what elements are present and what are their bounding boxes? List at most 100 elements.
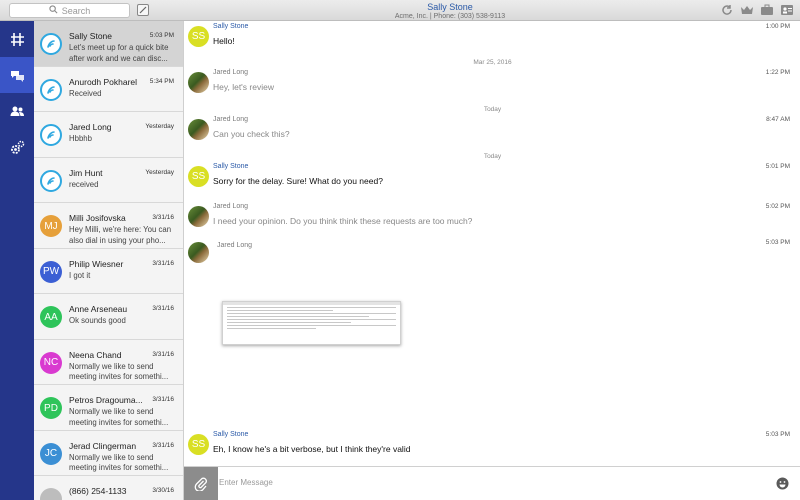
top-bar: Search Sally Stone Acme, Inc. | Phone: (… <box>0 0 800 21</box>
contact-name[interactable]: Sally Stone <box>300 2 600 12</box>
sender-avatar[interactable] <box>188 242 209 263</box>
conversation-preview: I got it <box>69 270 91 280</box>
message-input[interactable] <box>218 471 758 493</box>
message-time: 5:03 PM <box>765 239 790 246</box>
sender-avatar[interactable] <box>188 72 209 93</box>
conversation-name: Sally Stone <box>69 31 112 41</box>
search-icon <box>49 5 58 16</box>
conversation-name: Petros Dragouma... <box>69 395 143 405</box>
sender-name: Jared Long <box>213 116 249 123</box>
contacts-icon <box>10 106 24 116</box>
message-text: Eh, I know he's a bit verbose, but I thi… <box>213 444 411 454</box>
message-time: 5:02 PM <box>765 203 790 210</box>
conversation-time: 5:03 PM <box>149 32 174 39</box>
nav-rail <box>0 21 34 500</box>
conversation-name: Philip Wiesner <box>69 258 124 269</box>
conversation-preview: Received <box>69 88 102 98</box>
compose-button[interactable] <box>137 4 149 16</box>
sender-name: Jared Long <box>213 69 249 76</box>
smiley-icon <box>776 477 789 490</box>
conversation-name: Milli Josifovska <box>69 213 126 223</box>
sender-name: Sally Stone <box>213 163 249 170</box>
conversation-list: Sally Stone 5:03 PM Let's meet up for a qu… <box>34 21 184 500</box>
conversation-preview: Normally we like to send meeting invites… <box>69 361 169 382</box>
conversation-time: 3/31/16 <box>152 214 174 221</box>
sender-avatar[interactable]: SS <box>188 166 209 187</box>
conversation-time: Yesterday <box>145 168 174 176</box>
conversation-time: 3/30/16 <box>152 487 174 494</box>
sender-name: Sally Stone <box>213 431 249 438</box>
contact-card-icon[interactable] <box>780 3 794 17</box>
search-input[interactable]: Search <box>9 3 130 18</box>
date-separator: Today <box>483 106 502 113</box>
message-text: Can you check this? <box>213 129 290 139</box>
message-text: Hey, let's review <box>213 82 274 92</box>
nav-item-settings[interactable] <box>0 129 34 165</box>
message-time: 1:00 PM <box>765 23 790 30</box>
conversation-item[interactable]: NC Neena Chand 3/31/16 Normally we like to … <box>34 340 183 385</box>
avatar: AA <box>40 306 62 328</box>
conversation-time: 3/31/16 <box>152 350 174 358</box>
conversation-name: Anne Arseneau <box>69 304 128 314</box>
attach-button[interactable] <box>184 467 218 500</box>
conversation-item[interactable]: MJ Milli Josifovska 3/31/16 Hey Milli, we'r… <box>34 203 183 249</box>
message-text: Sorry for the delay. Sure! What do you n… <box>213 176 383 186</box>
sender-avatar[interactable]: SS <box>188 26 209 47</box>
message-text: I need your opinion. Do you think think … <box>213 216 473 226</box>
conversation-item[interactable]: AA Anne Arseneau 3/31/16 Ok sounds good <box>34 294 183 340</box>
avatar <box>40 33 62 55</box>
avatar: PD <box>40 397 62 419</box>
conversation-item[interactable]: Jared Long Yesterday Hbbhb <box>34 112 183 158</box>
nav-item-channels[interactable] <box>0 21 34 57</box>
conversation-time: 3/31/16 <box>152 305 174 312</box>
conversation-preview: Normally we like to send meeting invites… <box>69 452 169 473</box>
nav-item-messages[interactable] <box>0 57 34 93</box>
date-separator: Today <box>483 153 502 160</box>
conversation-item[interactable]: PW Philip Wiesner 3/31/16 I got it <box>34 249 183 294</box>
refresh-icon[interactable] <box>720 3 734 17</box>
message-text: Hello! <box>213 36 235 46</box>
conversation-item[interactable]: JC Jerad Clingerman 3/31/16 Normally we lik… <box>34 431 183 476</box>
paperclip-icon <box>194 477 207 491</box>
toolbar-icons <box>720 3 794 17</box>
conversation-name: Anurodh Pokharel <box>69 76 138 87</box>
avatar <box>40 78 62 101</box>
conversation-time: 3/31/16 <box>152 396 174 403</box>
conversation-preview: Hbbhb <box>69 134 92 143</box>
sender-avatar[interactable] <box>188 119 209 140</box>
compose-icon <box>139 6 147 14</box>
image-attachment[interactable] <box>222 301 401 345</box>
sender-name: Jared Long <box>213 203 249 210</box>
conversation-item[interactable]: (866) 254-1133 3/30/16 <box>34 476 183 500</box>
message-composer <box>184 466 800 500</box>
message-time: 8:47 AM <box>766 116 790 123</box>
conversation-item[interactable]: Anurodh Pokharel 5:34 PM Received <box>34 67 183 112</box>
conversation-item[interactable]: Jim Hunt Yesterday received <box>34 158 183 203</box>
conversation-name: (866) 254-1133 <box>69 486 127 496</box>
conversation-name: Jerad Clingerman <box>69 440 137 451</box>
sender-name: Jared Long <box>217 242 253 249</box>
hashtag-icon <box>10 32 24 46</box>
sender-avatar[interactable] <box>188 206 209 227</box>
chat-bubbles-icon <box>10 70 24 82</box>
conversation-item[interactable]: PD Petros Dragouma... 3/31/16 Normally we l… <box>34 385 183 431</box>
emoji-button[interactable] <box>776 477 789 490</box>
avatar: JC <box>40 442 62 465</box>
avatar: MJ <box>40 215 62 237</box>
briefcase-icon[interactable] <box>760 3 774 17</box>
crown-icon[interactable] <box>740 3 754 17</box>
avatar <box>40 169 62 192</box>
message-time: 5:03 PM <box>765 431 790 438</box>
sender-avatar[interactable]: SS <box>188 434 209 455</box>
conversation-time: 3/31/16 <box>152 441 174 449</box>
search-placeholder: Search <box>61 5 91 16</box>
conversation-preview: Hey Milli, we're here: You can also dial… <box>69 225 172 245</box>
avatar <box>40 488 62 500</box>
avatar <box>40 124 62 146</box>
message-time: 5:01 PM <box>765 163 790 170</box>
message-time: 1:22 PM <box>765 69 790 76</box>
conversation-time: Yesterday <box>145 123 174 130</box>
nav-item-contacts[interactable] <box>0 93 34 129</box>
conversation-item[interactable]: Sally Stone 5:03 PM Let's meet up for a qu… <box>34 21 183 67</box>
conversation-preview: Ok sounds good <box>69 316 126 325</box>
